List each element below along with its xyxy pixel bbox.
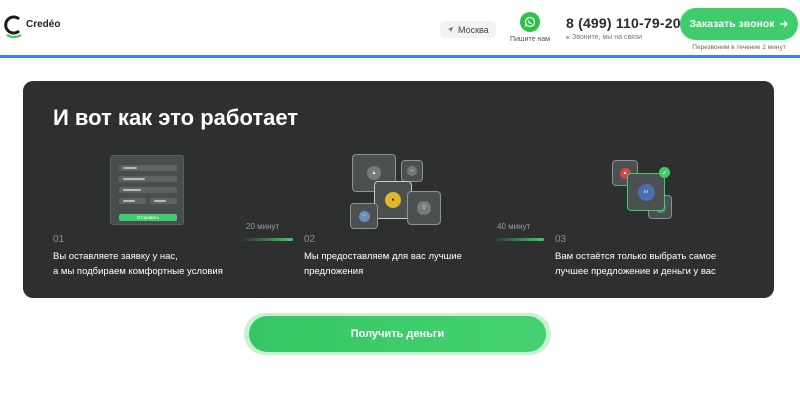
callback-button-label: Заказать звонок: [689, 18, 775, 30]
step-text-line: Вы оставляете заявку у нас,: [53, 251, 178, 262]
duration-progress-line: [241, 238, 293, 241]
step-text-line: предложения: [304, 266, 364, 277]
city-selector[interactable]: Москва: [440, 21, 496, 38]
step-number: 02: [304, 234, 316, 245]
site-header: Credéo Москва Пишите нам 8 (499) 110-79-…: [0, 0, 800, 58]
bank-logo-icon: ~: [358, 210, 370, 222]
step-text-line: лучшее предложение и деньги у вас: [555, 266, 716, 277]
city-label: Москва: [458, 24, 489, 35]
selected-offer-tile: ııı: [627, 173, 665, 211]
form-field-line: [154, 200, 166, 202]
bank-logo-icon: −: [407, 166, 417, 176]
whatsapp-link[interactable]: Пишите нам: [505, 12, 555, 43]
offer-tile: −: [401, 160, 423, 182]
form-field-line: [123, 189, 141, 191]
step-description: Вам остаётся только выбрать самое лучшее…: [555, 249, 774, 279]
logo-mark-icon: [4, 14, 24, 40]
step-number: 01: [53, 234, 65, 245]
form-field-line: [123, 178, 145, 180]
callback-button[interactable]: Заказать звонок: [680, 8, 798, 40]
status-dot-icon: [566, 36, 569, 39]
phone-subtext-label: Звоните, мы на связи: [572, 34, 642, 41]
offer-tile: ~: [350, 203, 378, 229]
offer-tile: ▽: [407, 191, 441, 225]
page: Credéo Москва Пишите нам 8 (499) 110-79-…: [0, 0, 800, 396]
logo-text: Credéo: [26, 18, 61, 30]
phone-number[interactable]: 8 (499) 110-79-20: [566, 15, 681, 31]
step-description: Вы оставляете заявку у нас, а мы подбира…: [53, 249, 273, 279]
section-title: И вот как это работает: [53, 105, 299, 130]
step-duration: 40 минут: [497, 222, 531, 231]
whatsapp-icon: [520, 12, 540, 32]
step-text-line: Мы предоставляем для вас лучшие: [304, 251, 462, 262]
step-text-line: Вам остаётся только выбрать самое: [555, 251, 717, 262]
bank-logo-icon: ●: [385, 192, 401, 208]
whatsapp-label: Пишите нам: [509, 36, 550, 43]
bank-logo-icon: ▲: [367, 166, 381, 180]
get-money-button[interactable]: Получить деньги: [249, 316, 546, 352]
bank-logo-icon: ▽: [417, 201, 431, 215]
form-field-line: [123, 167, 137, 169]
step-number: 03: [555, 234, 567, 245]
step-text-line: а мы подбираем комфортные условия: [53, 266, 223, 277]
callback-note: Перезвоним в течение 2 минут: [692, 44, 786, 51]
check-icon: ✓: [659, 167, 670, 178]
logo[interactable]: Credéo: [4, 14, 60, 40]
location-icon: [447, 26, 454, 33]
form-illustration: Отправить: [110, 155, 184, 225]
phone-subtext: Звоните, мы на связи: [566, 34, 681, 41]
step-duration: 20 минут: [246, 222, 280, 231]
phone-block[interactable]: 8 (499) 110-79-20 Звоните, мы на связи: [566, 15, 681, 41]
arrow-right-icon: [779, 20, 788, 28]
bank-logo-icon: ııı: [637, 183, 655, 201]
form-submit-button: Отправить: [119, 214, 177, 221]
how-it-works-card: И вот как это работает Отправить ▲ − ● ▽: [23, 81, 774, 298]
step-description: Мы предоставляем для вас лучшие предложе…: [304, 249, 524, 279]
form-field-line: [123, 200, 135, 202]
duration-progress-line: [492, 238, 544, 241]
